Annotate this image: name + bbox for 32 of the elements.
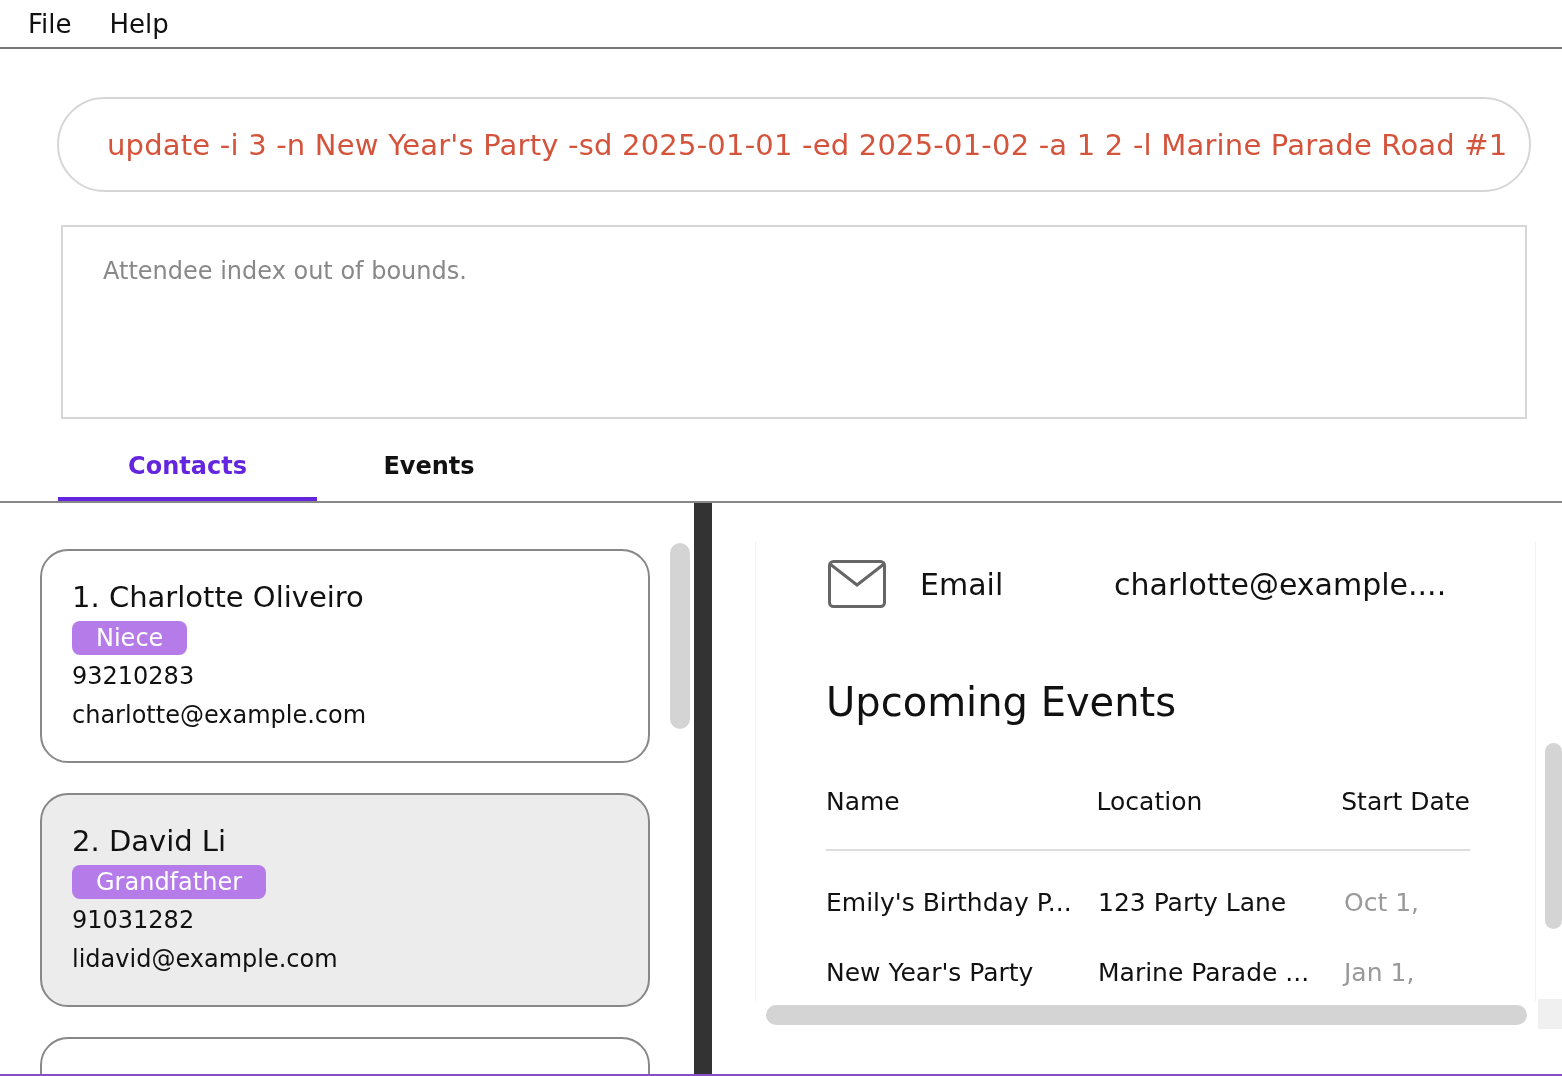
table-cell-text: Emily's Birthday P... (826, 887, 1073, 917)
command-field[interactable]: update -i 3 -n New Year's Party -sd 2025-01-01 -ed 2025-01-02 -a 1 2 -l Marine Parade Road #1 (57, 97, 1531, 192)
contact-email: charlotte@example.com (72, 700, 367, 731)
table-cell-text: New Year's Party (826, 957, 1035, 987)
horizontal-scrollbar[interactable] (766, 1005, 1527, 1025)
contact-name: 1. Charlotte Oliveiro (72, 579, 364, 616)
column-header[interactable]: Start Date (1341, 786, 1470, 816)
relation-tag: Grandfather (72, 865, 267, 899)
menu-item[interactable]: Help (109, 8, 169, 39)
contact-phone: 91031282 (72, 905, 195, 936)
envelope-icon (828, 560, 886, 608)
table-cell: Jan 1, (1344, 957, 1415, 987)
contact-card[interactable]: 2. David Li Grandfather 91031282 lidavid@example.com (40, 793, 650, 1007)
contact-name: 2. David Li (72, 823, 227, 860)
scrollbar-thumb[interactable] (670, 543, 690, 729)
contact-phone: 93210283 (72, 661, 195, 692)
email-value: charlotte@example.... (1114, 566, 1447, 602)
result-message: Attendee index out of bounds. (103, 257, 467, 285)
contact-email: lidavid@example.com (72, 944, 338, 975)
vertical-scrollbar[interactable] (1545, 743, 1562, 929)
column-header[interactable]: Name (826, 786, 1097, 816)
tab[interactable]: Contacts (58, 439, 317, 501)
relation-tag: Niece (72, 621, 188, 655)
column-header[interactable]: Location (1096, 786, 1342, 816)
email-label: Email (920, 566, 1005, 602)
contact-card[interactable]: 1. Charlotte Oliveiro Niece 93210283 charlotte@example.com (40, 549, 650, 763)
tab[interactable]: Events (317, 439, 541, 501)
section-heading: Upcoming Events (826, 678, 1178, 727)
table-cell-text: 123 Party Lane (1098, 887, 1288, 917)
table-cell-text: Marine Parade ... (1098, 957, 1311, 987)
table-cell: Oct 1, (1344, 887, 1420, 917)
menu-item[interactable]: File (28, 8, 72, 39)
